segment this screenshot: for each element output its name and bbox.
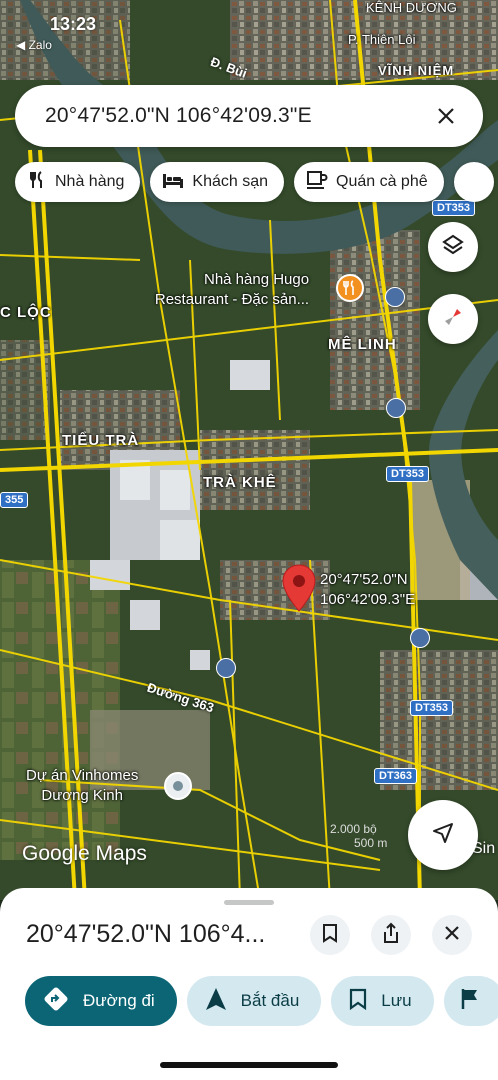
chip-cafes[interactable]: Quán cà phê	[294, 162, 444, 202]
navigation-arrow-icon	[430, 820, 456, 851]
google-maps-logo: Google Maps	[22, 842, 147, 865]
area-label-me-linh: MÊ LINH	[328, 336, 397, 353]
category-chips: Nhà hàng Khách sạn Quán cà phê	[15, 162, 494, 202]
save-bookmark-button[interactable]	[310, 915, 350, 955]
search-bar[interactable]: 20°47'52.0"N 106°42'09.3"E	[15, 85, 483, 147]
route-shield-dt353-3: DT353	[410, 700, 454, 716]
search-input[interactable]: 20°47'52.0"N 106°42'09.3"E	[45, 104, 431, 128]
directions-label: Đường đi	[83, 991, 155, 1010]
pin-latitude: 20°47'52.0"N	[320, 571, 408, 588]
drag-handle[interactable]	[224, 900, 274, 905]
chip-restaurants-label: Nhà hàng	[55, 173, 125, 190]
layers-button[interactable]	[428, 222, 478, 272]
route-shield-355: 355	[0, 492, 29, 508]
compass-icon	[441, 305, 465, 334]
project-label-vinhomes[interactable]: Dự án Vinhomes Dương Kinh	[26, 766, 138, 806]
street-label-thien-loi: P. Thiên Lôi	[348, 32, 416, 47]
poi-label-hugo[interactable]: Nhà hàng Hugo Restaurant - Đặc sản...	[150, 270, 309, 310]
coffee-cup-icon	[306, 170, 328, 195]
bus-stop-icon[interactable]	[410, 628, 430, 648]
navigation-arrow-icon	[205, 987, 227, 1016]
pin-longitude: 106°42'09.3"E	[320, 591, 416, 608]
action-buttons: Đường đi Bắt đầu Lưu	[25, 976, 498, 1026]
place-bottom-sheet[interactable]: 20°47'52.0"N 106°4... Đường đi Bắt đầu L…	[0, 888, 498, 1080]
route-shield-dt353-2: DT353	[386, 466, 430, 482]
bookmark-icon	[349, 988, 367, 1015]
more-actions-button[interactable]	[443, 976, 498, 1026]
project-name-line1: Dự án Vinhomes	[26, 767, 139, 784]
google-maps-screen: 13:23 ◀ Zalo KÊNH DƯƠNG P. Thiên Lôi VĨN…	[0, 0, 498, 1080]
map-scale-primary: 2.000 bộ	[330, 822, 377, 836]
bookmark-icon	[322, 923, 338, 948]
map-scale: 2.000 bộ 500 m	[330, 822, 387, 850]
bed-icon	[162, 171, 184, 194]
home-indicator	[160, 1062, 338, 1068]
close-sheet-button[interactable]	[432, 915, 472, 955]
project-name-line2: Dương Kinh	[41, 787, 123, 804]
save-label: Lưu	[381, 991, 412, 1010]
route-shield-dt363: DT363	[374, 768, 418, 784]
directions-icon	[43, 986, 69, 1017]
my-location-button[interactable]	[408, 800, 478, 870]
area-label-tieu-tra: TIỂU TRÀ	[62, 432, 140, 449]
dropped-pin-icon[interactable]	[282, 564, 316, 617]
area-label-kenh-duong: KÊNH DƯƠNG	[366, 0, 457, 15]
route-shield-dt353: DT353	[432, 200, 476, 216]
layers-icon	[441, 233, 465, 262]
restaurant-poi-icon[interactable]	[336, 274, 364, 302]
place-title: 20°47'52.0"N 106°4...	[26, 920, 266, 948]
bus-stop-icon[interactable]	[386, 398, 406, 418]
close-icon[interactable]	[431, 101, 461, 131]
bus-stop-icon[interactable]	[216, 658, 236, 678]
area-label-c-loc: C LỘC	[0, 304, 52, 321]
chip-hotels[interactable]: Khách sạn	[150, 162, 284, 202]
pin-coordinates-label: 20°47'52.0"N 106°42'09.3"E	[320, 570, 415, 610]
flag-icon	[460, 988, 480, 1015]
poi-name-line1: Nhà hàng Hugo	[204, 271, 310, 288]
start-label: Bắt đầu	[240, 991, 300, 1010]
chip-cafes-label: Quán cà phê	[336, 173, 428, 190]
place-marker-icon[interactable]	[164, 772, 192, 800]
share-icon	[381, 922, 401, 949]
compass-button[interactable]	[428, 294, 478, 344]
fork-knife-icon	[27, 170, 47, 195]
start-button[interactable]: Bắt đầu	[186, 976, 322, 1026]
area-label-vinh-niem: VĨNH NIỆM	[378, 63, 455, 78]
directions-button[interactable]: Đường đi	[25, 976, 177, 1026]
map-scale-secondary: 500 m	[354, 836, 388, 850]
close-icon	[444, 925, 460, 946]
back-to-app-link[interactable]: ◀ Zalo	[16, 38, 52, 52]
bus-stop-icon[interactable]	[385, 287, 405, 307]
chip-restaurants[interactable]: Nhà hàng	[15, 162, 141, 202]
poi-name-line2: Restaurant - Đặc sản...	[154, 291, 310, 308]
chip-more[interactable]	[453, 162, 494, 202]
area-label-tra-khe: TRÀ KHÊ	[203, 474, 277, 491]
status-time: 13:23	[50, 14, 97, 34]
share-button[interactable]	[371, 915, 411, 955]
save-button[interactable]: Lưu	[331, 976, 434, 1026]
chip-hotels-label: Khách sạn	[192, 173, 268, 190]
